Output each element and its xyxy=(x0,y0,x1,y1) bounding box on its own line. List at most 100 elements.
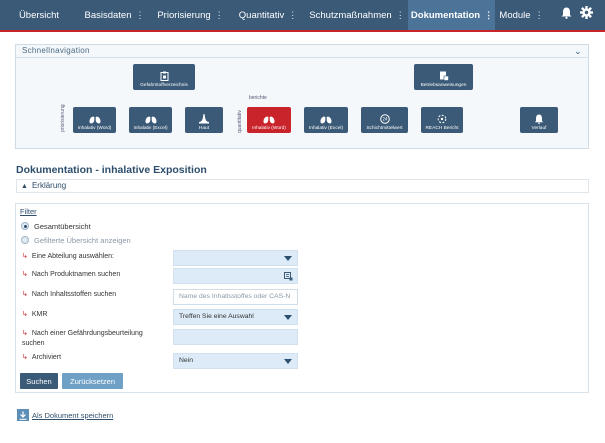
search-button[interactable]: Suchen xyxy=(20,373,58,389)
arrow-icon: ↳ xyxy=(22,330,28,337)
archived-select-value: Nein xyxy=(179,357,193,364)
dropdown-arrow-icon xyxy=(284,256,292,261)
radio-gesamtuebersicht[interactable] xyxy=(21,222,29,230)
ingredient-label-text: Nach Inhaltsstoffen suchen xyxy=(31,291,117,298)
nav-priorisierung[interactable]: Priorisierung ⋮ xyxy=(150,0,230,30)
tile-inhalativ-word-priorisierung[interactable]: Inhalativ (Word) xyxy=(73,107,116,133)
save-as-document-link[interactable]: Als Dokument speichern xyxy=(32,411,113,420)
document-icon xyxy=(439,71,449,81)
arrow-icon: ↳ xyxy=(22,291,28,298)
nav-dokumentation[interactable]: Dokumentation ⋮ xyxy=(408,0,495,30)
tile-reach-bericht[interactable]: REACH Bericht xyxy=(421,107,463,133)
clock-24h-icon: 24 xyxy=(379,114,390,124)
product-label-text: Nach Produktnamen suchen xyxy=(31,271,121,278)
bell-icon[interactable] xyxy=(561,6,572,24)
arrow-icon: ↳ xyxy=(22,253,28,260)
assessment-search-input[interactable] xyxy=(173,329,298,345)
lungs-icon xyxy=(144,114,157,124)
tile-label: Schichtmittelwert xyxy=(366,126,403,131)
archived-label: ↳ Archiviert xyxy=(22,353,61,363)
tile-gefahrstoffverzeichnis[interactable]: Gefahrstoffverzeichnis xyxy=(133,64,195,90)
nav-basisdaten[interactable]: Basisdaten ⋮ xyxy=(78,0,150,30)
tile-verlauf[interactable]: Verlauf xyxy=(520,107,558,133)
tile-haut[interactable]: Haut xyxy=(185,107,223,133)
department-select[interactable] xyxy=(173,250,298,266)
tile-label: REACH Bericht xyxy=(425,126,459,131)
group-label-quantitativ: quantitativ xyxy=(237,110,243,133)
assessment-label: ↳ Nach einer Gefährdungsbeurteilung suche… xyxy=(22,329,162,349)
save-as-document[interactable]: Als Dokument speichern xyxy=(17,409,113,421)
nav-uebersicht[interactable]: Übersicht xyxy=(0,0,78,30)
tile-schichtmittelwert[interactable]: 24 Schichtmittelwert xyxy=(361,107,408,133)
quick-navigation-header[interactable]: Schnellnavigation ⌄ xyxy=(16,45,588,58)
tile-inhalativ-excel-priorisierung[interactable]: Inhalativ (Excel) xyxy=(129,107,172,133)
nav-quantitativ[interactable]: Quantitativ ⋮ xyxy=(230,0,305,30)
tile-inhalativ-word-quantitativ[interactable]: Inhalativ (Word) xyxy=(247,107,291,133)
tile-label: Verlauf xyxy=(531,126,547,131)
nav-label: Priorisierung xyxy=(157,9,211,21)
ingredient-search-input[interactable]: Name des Inhaltsstoffes oder CAS-N xyxy=(173,289,298,305)
more-icon: ⋮ xyxy=(534,9,544,20)
main-nav: Übersicht Basisdaten ⋮ Priorisierung ⋮ Qua… xyxy=(0,0,605,30)
filter-panel: Filter Gesamtübersicht Gefilterte Übersi… xyxy=(15,203,589,393)
ingredient-label: ↳ Nach Inhaltsstoffen suchen xyxy=(22,290,116,300)
nav-label: Übersicht xyxy=(18,9,60,21)
nav-icons xyxy=(561,0,605,30)
group-label-priorisierung: priorisierung xyxy=(60,104,66,132)
radio-gesamtuebersicht-label: Gesamtübersicht xyxy=(34,222,91,231)
product-label: ↳ Nach Produktnamen suchen xyxy=(22,270,120,280)
page-title: Dokumentation - inhalative Exposition xyxy=(16,164,207,176)
arrow-icon: ↳ xyxy=(22,311,28,318)
download-icon xyxy=(17,409,29,421)
product-search-input[interactable] xyxy=(173,268,298,284)
radio-gefilterte-uebersicht-label: Gefilterte Übersicht anzeigen xyxy=(34,236,131,245)
nav-label: Basisdaten xyxy=(84,9,132,21)
reset-button[interactable]: Zurücksetzen xyxy=(62,373,123,389)
gear-icon[interactable] xyxy=(580,6,593,24)
more-icon: ⋮ xyxy=(135,9,145,20)
explanation-label: Erklärung xyxy=(31,181,67,190)
department-label: ↳ Eine Abteilung auswählen: xyxy=(22,252,114,262)
radio-gefilterte-uebersicht[interactable] xyxy=(21,236,29,244)
tile-betriebsanweisungen[interactable]: Betriebsanweisungen xyxy=(414,64,473,90)
kmr-label-text: KMR xyxy=(31,311,48,318)
quick-navigation: Schnellnavigation ⌄ Gefahrstoffverzeichn… xyxy=(15,44,589,149)
chevron-up-icon: ▲ xyxy=(21,183,28,190)
tile-label: Inhalativ (Excel) xyxy=(133,126,168,131)
more-icon: ⋮ xyxy=(395,9,405,20)
tile-label: Betriebsanweisungen xyxy=(420,83,467,88)
nav-schutzmassnahmen[interactable]: Schutzmaßnahmen ⋮ xyxy=(305,0,408,30)
nav-label: Dokumentation xyxy=(410,9,481,21)
kmr-select-value: Treffen Sie eine Auswahl xyxy=(179,313,254,320)
skin-icon xyxy=(199,114,209,124)
dropdown-arrow-icon xyxy=(284,359,292,364)
clipboard-icon xyxy=(160,71,168,81)
nav-label: Module xyxy=(499,9,531,21)
group-label-berichte: berichte xyxy=(249,95,267,101)
reach-icon xyxy=(437,114,447,124)
quick-navigation-title: Schnellnavigation xyxy=(22,46,90,55)
kmr-select[interactable]: Treffen Sie eine Auswahl xyxy=(173,309,298,325)
filter-title[interactable]: Filter xyxy=(20,207,37,216)
arrow-icon: ↳ xyxy=(22,354,28,361)
more-icon: ⋮ xyxy=(484,9,493,20)
kmr-label: ↳ KMR xyxy=(22,310,47,320)
chevron-down-icon[interactable]: ⌄ xyxy=(574,45,582,57)
tile-inhalativ-excel-quantitativ[interactable]: Inhalativ (Excel) xyxy=(304,107,348,133)
tile-label: Gefahrstoffverzeichnis xyxy=(140,83,188,88)
accent-line xyxy=(0,30,605,32)
archived-select[interactable]: Nein xyxy=(173,353,298,369)
nav-module[interactable]: Module ⋮ xyxy=(495,0,547,30)
tile-label: Haut xyxy=(198,126,210,131)
tile-label: Inhalativ (Excel) xyxy=(308,126,344,131)
more-icon: ⋮ xyxy=(288,9,297,20)
list-search-icon[interactable] xyxy=(284,272,293,281)
bell-icon xyxy=(534,114,544,124)
lungs-icon xyxy=(263,114,275,124)
explanation-toggle[interactable]: ▲ Erklärung xyxy=(16,179,589,193)
arrow-icon: ↳ xyxy=(22,271,28,278)
nav-label: Quantitativ xyxy=(238,9,285,21)
tile-label: Inhalativ (Word) xyxy=(77,126,112,131)
lungs-icon xyxy=(320,114,332,124)
archived-label-text: Archiviert xyxy=(31,354,62,361)
